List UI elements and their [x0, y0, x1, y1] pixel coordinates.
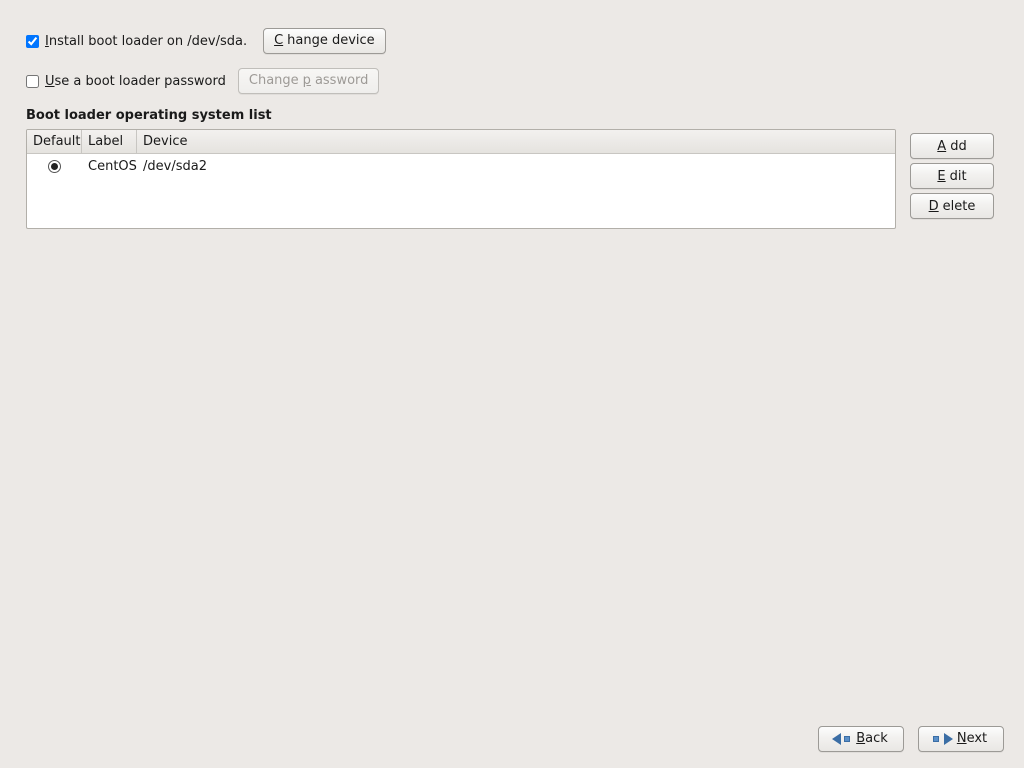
column-header-device[interactable]: Device: [137, 130, 895, 153]
arrow-left-icon: [832, 733, 852, 745]
change-password-button: Change password: [238, 68, 380, 94]
table-row[interactable]: CentOS/dev/sda2: [27, 154, 895, 178]
os-list-buttons: Add Edit Delete: [910, 133, 994, 219]
footer-nav: Back Next: [818, 726, 1004, 752]
arrow-right-icon: [933, 733, 953, 745]
back-button[interactable]: Back: [818, 726, 904, 752]
label-cell: CentOS: [82, 156, 137, 177]
install-bootloader-label[interactable]: Install boot loader on /dev/sda.: [45, 34, 247, 49]
device-cell: /dev/sda2: [137, 156, 895, 177]
edit-button[interactable]: Edit: [910, 163, 994, 189]
install-bootloader-checkbox[interactable]: [26, 35, 39, 48]
change-device-button[interactable]: Change device: [263, 28, 386, 54]
column-header-default[interactable]: Default: [27, 130, 82, 153]
bootloader-password-label[interactable]: Use a boot loader password: [45, 74, 226, 89]
os-list-title: Boot loader operating system list: [26, 108, 998, 123]
os-list-header: Default Label Device: [27, 130, 895, 154]
bootloader-password-row: Use a boot loader password Change passwo…: [26, 68, 998, 94]
os-list-table[interactable]: Default Label Device CentOS/dev/sda2: [26, 129, 896, 229]
next-button[interactable]: Next: [918, 726, 1004, 752]
delete-button[interactable]: Delete: [910, 193, 994, 219]
column-header-label[interactable]: Label: [82, 130, 137, 153]
install-bootloader-row: Install boot loader on /dev/sda. Change …: [26, 28, 998, 54]
bootloader-password-checkbox[interactable]: [26, 75, 39, 88]
add-button[interactable]: Add: [910, 133, 994, 159]
default-cell[interactable]: [27, 157, 82, 176]
default-radio-icon[interactable]: [48, 160, 61, 173]
